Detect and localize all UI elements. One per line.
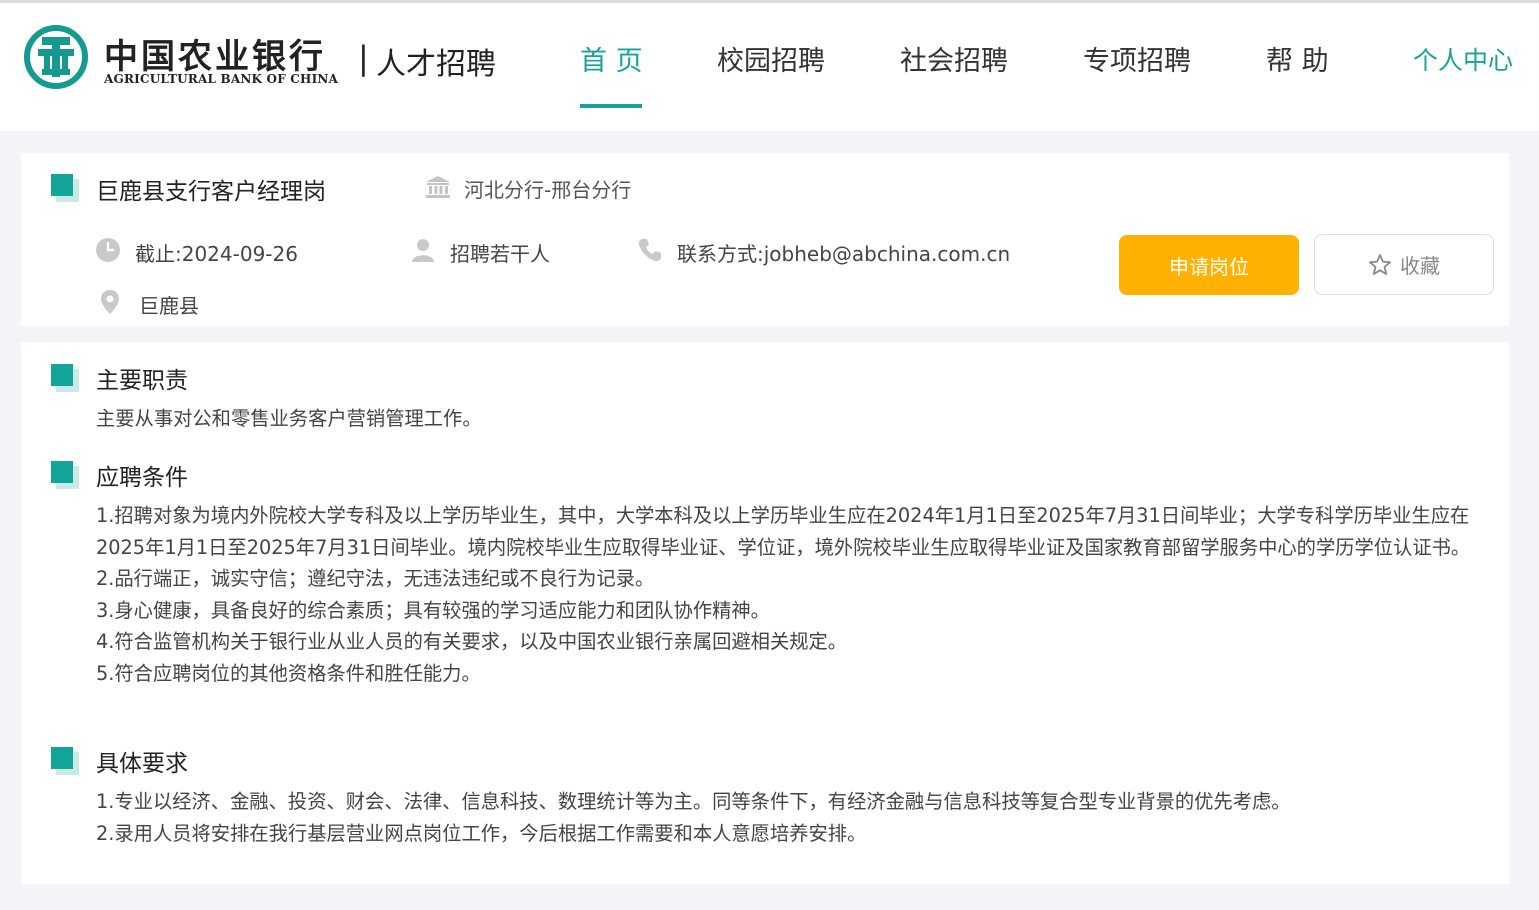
job-deadline: 截止:2024-09-26: [135, 242, 298, 266]
person-icon: [412, 239, 434, 262]
conditions-line: 5.符合应聘岗位的其他资格条件和胜任能力。: [96, 661, 481, 685]
conditions-text: 1.招聘对象为境内外院校大学专科及以上学历毕业生，其中，大学本科及以上学历毕业生…: [96, 500, 1486, 689]
phone-icon: [638, 239, 661, 262]
job-detail-card: 主要职责 主要从事对公和零售业务客户营销管理工作。 应聘条件 1.招聘对象为境内…: [21, 342, 1509, 884]
job-headcount: 招聘若干人: [450, 242, 550, 266]
nav-user-center[interactable]: 个人中心: [1413, 41, 1513, 77]
apply-button[interactable]: 申请岗位: [1119, 235, 1299, 295]
bank-building-icon: [426, 176, 450, 198]
favorite-button[interactable]: 收藏: [1314, 234, 1494, 295]
nav-active-indicator: [580, 104, 642, 108]
requirements-line: 1.专业以经济、金融、投资、财会、法律、信息科技、数理统计等为主。同等条件下，有…: [96, 790, 1291, 813]
logo-chinese-name: 中国农业银行: [104, 37, 326, 77]
job-location: 巨鹿县: [139, 294, 199, 318]
section-marker: [51, 747, 79, 775]
favorite-label: 收藏: [1400, 254, 1440, 278]
nav-social-recruitment[interactable]: 社会招聘: [900, 39, 1008, 78]
job-branch: 河北分行-邢台分行: [464, 178, 632, 202]
conditions-line: 3.身心健康，具备良好的综合素质；具有较强的学习适应能力和团队协作精神。: [96, 598, 770, 622]
logo-english-name: AGRICULTURAL BANK OF CHINA: [104, 72, 339, 86]
requirements-line: 2.录用人员将安排在我行基层营业网点岗位工作，今后根据工作需要和本人意愿培养安排…: [96, 821, 867, 845]
location-pin-icon: [101, 290, 119, 314]
clock-icon: [96, 238, 120, 262]
logo-subtitle: 人才招聘: [376, 47, 496, 82]
star-icon: [1369, 254, 1391, 275]
conditions-line: 4.符合监管机构关于银行业从业人员的有关要求，以及中国农业银行亲属回避相关规定。: [96, 630, 848, 653]
nav-home[interactable]: 首 页: [580, 39, 643, 78]
nav-help[interactable]: 帮 助: [1266, 39, 1329, 78]
requirements-title: 具体要求: [96, 751, 188, 777]
site-header: 中国农业银行 AGRICULTURAL BANK OF CHINA | 人才招聘…: [0, 0, 1539, 131]
conditions-line: 2.品行端正，诚实守信；遵纪守法，无违法违纪或不良行为记录。: [96, 567, 655, 590]
conditions-title: 应聘条件: [96, 465, 188, 491]
duties-title: 主要职责: [96, 368, 188, 394]
abc-logo[interactable]: 中国农业银行 AGRICULTURAL BANK OF CHINA | 人才招聘: [24, 25, 504, 91]
duties-line: 主要从事对公和零售业务客户营销管理工作。: [96, 407, 482, 430]
nav-special-recruitment[interactable]: 专项招聘: [1083, 39, 1191, 78]
duties-text: 主要从事对公和零售业务客户营销管理工作。: [96, 403, 1486, 435]
section-marker: [51, 174, 79, 202]
section-marker: [51, 461, 79, 489]
job-contact: 联系方式:jobheb@abchina.com.cn: [677, 242, 1011, 266]
logo-separator: |: [358, 39, 369, 77]
abc-logo-mark-icon: [24, 25, 88, 89]
job-summary-card: 巨鹿县支行客户经理岗 河北分行-邢台分行 截止:2024-09-26 招聘若干人…: [21, 153, 1509, 326]
section-marker: [51, 364, 79, 392]
nav-campus-recruitment[interactable]: 校园招聘: [717, 39, 825, 78]
conditions-line: 1.招聘对象为境内外院校大学专科及以上学历毕业生，其中，大学本科及以上学历毕业生…: [96, 504, 1471, 559]
requirements-text: 1.专业以经济、金融、投资、财会、法律、信息科技、数理统计等为主。同等条件下，有…: [96, 786, 1486, 849]
job-title: 巨鹿县支行客户经理岗: [96, 179, 326, 205]
